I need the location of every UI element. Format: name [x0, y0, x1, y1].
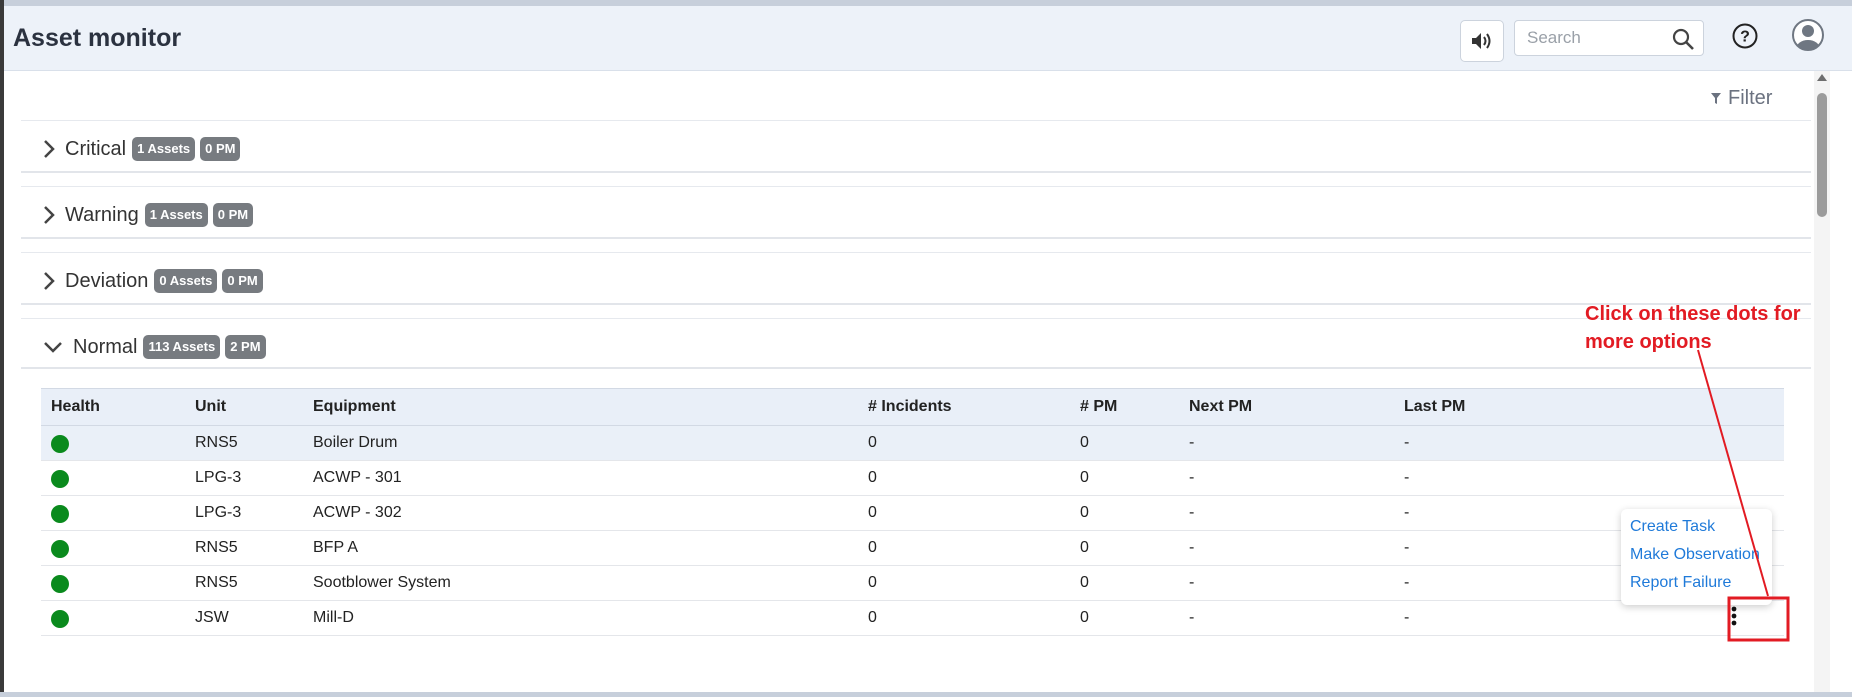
annotation-highlight-box	[1727, 596, 1790, 642]
annotation-arrow-line	[1697, 349, 1769, 597]
annotation-overlay	[1697, 349, 1790, 642]
